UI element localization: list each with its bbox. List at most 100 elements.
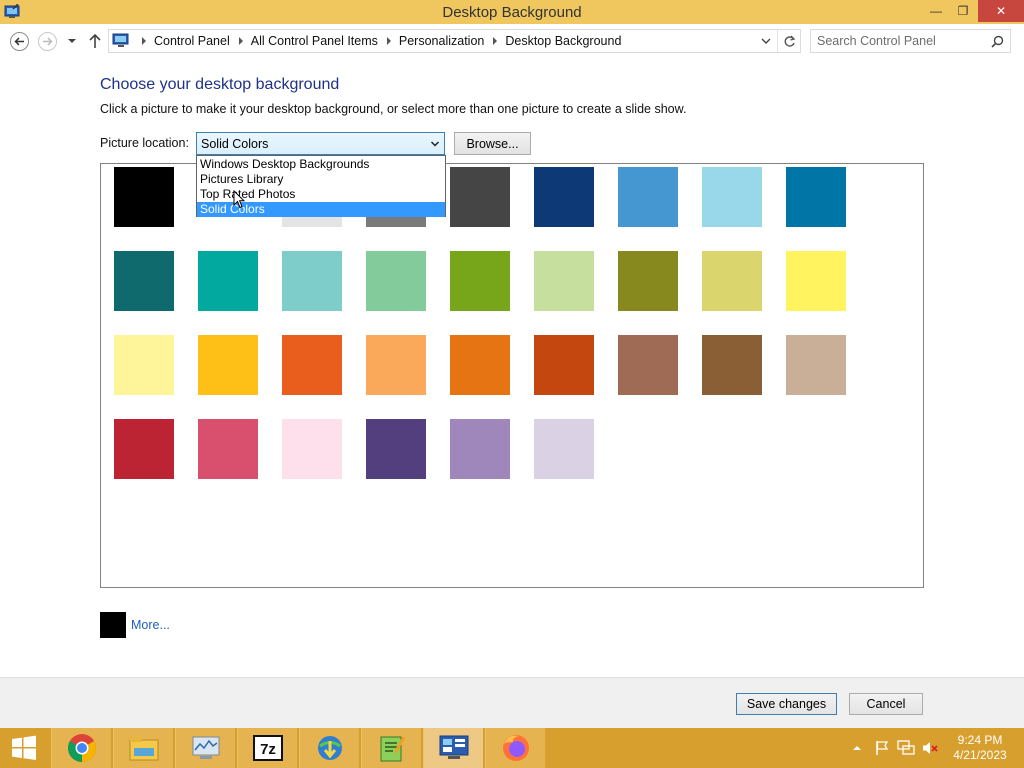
color-swatch-gallery — [100, 163, 924, 588]
taskbar-chrome[interactable] — [51, 728, 111, 768]
minimize-icon: — — [930, 4, 942, 18]
clock-date: 4/21/2023 — [953, 748, 1007, 762]
color-swatch[interactable] — [702, 167, 762, 227]
taskbar-firefox[interactable] — [485, 728, 545, 768]
taskbar-control-panel[interactable] — [423, 728, 483, 768]
breadcrumb-separator-icon[interactable] — [386, 37, 391, 45]
breadcrumb-separator-icon[interactable] — [493, 37, 498, 45]
volume-muted-icon — [923, 742, 938, 754]
cancel-button[interactable]: Cancel — [849, 693, 923, 715]
color-swatch[interactable] — [450, 167, 510, 227]
breadcrumb-all-control-panel-items[interactable]: All Control Panel Items — [251, 34, 378, 48]
search-box[interactable] — [810, 29, 1011, 53]
back-arrow-icon — [14, 37, 24, 46]
maximize-button[interactable]: ❐ — [950, 0, 976, 22]
page-description: Click a picture to make it your desktop … — [100, 102, 687, 116]
color-swatch[interactable] — [702, 251, 762, 311]
network-icon — [897, 740, 915, 755]
taskbar-download-manager[interactable] — [299, 728, 359, 768]
breadcrumb-separator-icon — [142, 37, 146, 45]
start-button[interactable] — [0, 728, 48, 768]
save-changes-button[interactable]: Save changes — [736, 693, 837, 715]
color-swatch[interactable] — [618, 251, 678, 311]
browse-button[interactable]: Browse... — [454, 132, 531, 155]
show-hidden-icons-button[interactable] — [850, 728, 864, 768]
clock-time: 9:24 PM — [957, 733, 1003, 747]
color-swatch[interactable] — [198, 419, 258, 479]
taskbar-system-monitor[interactable] — [175, 728, 235, 768]
color-swatch[interactable] — [198, 335, 258, 395]
taskbar-7zip[interactable]: 7z — [237, 728, 297, 768]
refresh-button[interactable] — [777, 30, 801, 52]
color-swatch[interactable] — [366, 419, 426, 479]
restore-icon: ❐ — [957, 4, 969, 18]
taskbar-file-explorer[interactable] — [113, 728, 173, 768]
color-swatch[interactable] — [114, 167, 174, 227]
color-swatch[interactable] — [366, 251, 426, 311]
color-swatch[interactable] — [702, 335, 762, 395]
breadcrumb-desktop-background[interactable]: Desktop Background — [505, 34, 621, 48]
close-icon: ✕ — [995, 4, 1007, 18]
more-colors-link[interactable]: More... — [131, 618, 170, 632]
footer-bar: Save changes Cancel — [0, 677, 1024, 728]
file-explorer-icon — [129, 737, 158, 761]
page-title: Choose your desktop background — [100, 76, 340, 93]
color-swatch[interactable] — [534, 167, 594, 227]
color-swatch[interactable] — [114, 335, 174, 395]
forward-arrow-icon — [43, 37, 53, 46]
color-swatch[interactable] — [534, 251, 594, 311]
color-swatch[interactable] — [534, 419, 594, 479]
recent-locations-chevron-icon[interactable] — [67, 35, 77, 47]
forward-button[interactable] — [38, 32, 57, 51]
color-swatch[interactable] — [450, 419, 510, 479]
address-bar[interactable]: Control Panel All Control Panel Items Pe… — [108, 29, 801, 53]
system-monitor-icon — [192, 736, 219, 759]
breadcrumb-separator-icon[interactable] — [238, 37, 243, 45]
breadcrumb-personalization[interactable]: Personalization — [399, 34, 484, 48]
color-swatch[interactable] — [618, 335, 678, 395]
breadcrumb-control-panel[interactable]: Control Panel — [154, 34, 230, 48]
color-swatch[interactable] — [366, 335, 426, 395]
color-swatch[interactable] — [450, 335, 510, 395]
search-icon[interactable] — [991, 35, 1004, 48]
notepad-plus-plus-icon — [380, 736, 405, 762]
color-swatch[interactable] — [282, 419, 342, 479]
title-bar: Desktop Background — ❐ ✕ — [0, 0, 1024, 24]
color-swatch[interactable] — [114, 251, 174, 311]
action-center-tray[interactable] — [872, 728, 892, 768]
picture-location-value: Solid Colors — [201, 137, 269, 151]
network-tray[interactable] — [896, 728, 916, 768]
up-arrow-icon[interactable] — [88, 33, 102, 49]
picture-location-label: Picture location: — [100, 136, 189, 150]
minimize-button[interactable]: — — [922, 0, 950, 22]
color-swatch[interactable] — [282, 251, 342, 311]
back-button[interactable] — [10, 32, 29, 51]
address-history-chevron-icon[interactable] — [759, 35, 773, 47]
color-swatch[interactable] — [786, 335, 846, 395]
color-swatch[interactable] — [450, 251, 510, 311]
breadcrumb: Control Panel All Control Panel Items Pe… — [133, 30, 621, 52]
firefox-icon — [502, 735, 529, 761]
custom-color-swatch[interactable] — [100, 612, 126, 638]
window-title: Desktop Background — [442, 4, 582, 21]
close-button[interactable]: ✕ — [978, 0, 1024, 22]
color-swatch[interactable] — [786, 251, 846, 311]
taskbar-notepad-plus-plus[interactable] — [361, 728, 421, 768]
color-swatch[interactable] — [618, 167, 678, 227]
taskbar-clock[interactable]: 9:24 PM 4/21/2023 — [948, 733, 1012, 763]
color-swatch[interactable] — [534, 335, 594, 395]
chevron-down-icon — [430, 141, 440, 147]
windows-logo-icon — [12, 735, 36, 760]
color-swatch[interactable] — [198, 251, 258, 311]
dropdown-option[interactable]: Windows Desktop Backgrounds — [197, 157, 445, 172]
dropdown-option[interactable]: Pictures Library — [197, 172, 445, 187]
7zip-icon: 7z — [252, 735, 283, 761]
color-swatch[interactable] — [114, 419, 174, 479]
volume-tray[interactable] — [920, 728, 940, 768]
control-panel-icon — [439, 735, 468, 759]
color-swatch[interactable] — [786, 167, 846, 227]
picture-location-select[interactable]: Solid Colors — [196, 132, 445, 155]
color-swatch[interactable] — [282, 335, 342, 395]
control-panel-icon — [112, 33, 129, 47]
search-input[interactable] — [817, 33, 987, 49]
